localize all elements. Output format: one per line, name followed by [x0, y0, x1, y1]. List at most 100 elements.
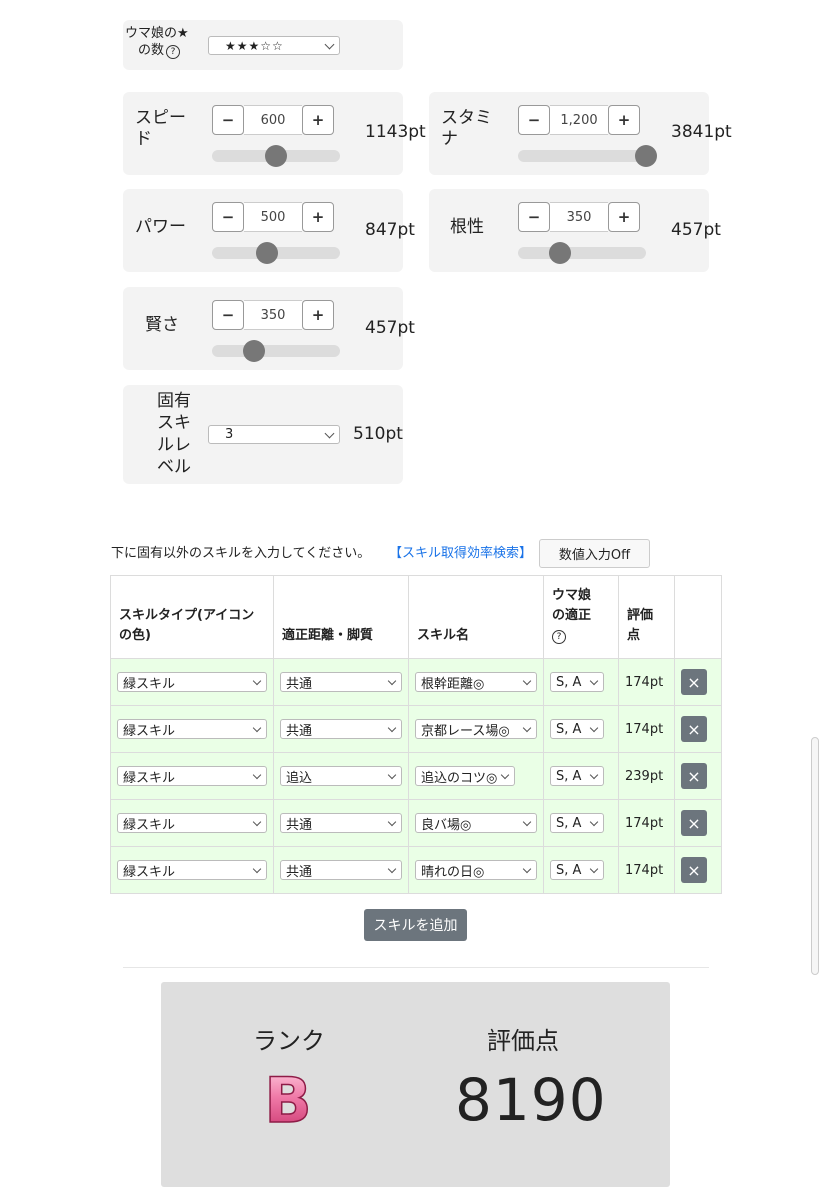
increment-button[interactable]: + — [302, 202, 334, 232]
stat-label: 根性 — [450, 217, 484, 237]
delete-skill-button[interactable]: × — [681, 857, 707, 883]
speed-stepper: − 600 + — [212, 105, 334, 135]
delete-skill-button[interactable]: × — [681, 669, 707, 695]
guts-stepper: − 350 + — [518, 202, 640, 232]
distance-select[interactable]: 共通 — [280, 719, 402, 739]
close-icon: × — [687, 719, 701, 739]
slider-thumb[interactable] — [265, 145, 287, 167]
slider-thumb[interactable] — [635, 145, 657, 167]
speed-points: 1143pt — [365, 122, 426, 142]
divider — [123, 967, 709, 968]
decrement-button[interactable]: − — [212, 300, 244, 330]
wisdom-slider[interactable] — [212, 340, 340, 362]
close-icon: × — [687, 813, 701, 833]
chevron-down-icon — [589, 676, 599, 686]
distance-select[interactable]: 共通 — [280, 813, 402, 833]
rank-b-icon: B — [264, 1063, 313, 1138]
slider-thumb[interactable] — [243, 340, 266, 362]
skill-score: 174pt — [618, 658, 675, 706]
skill-score: 239pt — [618, 752, 675, 800]
decrement-button[interactable]: − — [518, 202, 550, 232]
chevron-down-icon — [387, 723, 397, 733]
slider-thumb[interactable] — [549, 242, 572, 264]
help-icon[interactable]: ? — [552, 630, 566, 644]
stat-card-power: パワー − 500 + — [123, 189, 403, 272]
power-stepper: − 500 + — [212, 202, 334, 232]
distance-select[interactable]: 共通 — [280, 672, 402, 692]
unique-skill-points: 510pt — [353, 424, 403, 444]
stamina-points: 3841pt — [671, 122, 732, 142]
aptitude-select[interactable]: S, A — [550, 860, 604, 880]
chevron-down-icon — [522, 817, 532, 827]
skill-name-select[interactable]: 京都レース場◎ — [415, 719, 537, 739]
chevron-down-icon — [589, 864, 599, 874]
stat-label: パワー — [135, 217, 186, 237]
skill-search-link[interactable]: 【スキル取得効率検索】 — [389, 542, 532, 561]
increment-button[interactable]: + — [608, 105, 640, 135]
stamina-stepper: − 1,200 + — [518, 105, 640, 135]
chevron-down-icon — [387, 817, 397, 827]
chevron-down-icon — [589, 817, 599, 827]
unique-skill-select[interactable]: 3 — [208, 425, 340, 444]
chevron-down-icon — [522, 676, 532, 686]
stat-label: 賢さ — [145, 315, 179, 335]
chevron-down-icon — [252, 864, 262, 874]
wisdom-value[interactable]: 350 — [244, 300, 302, 330]
total-score: 8190 — [455, 1066, 607, 1134]
delete-skill-button[interactable]: × — [681, 763, 707, 789]
stat-label: スピー ド — [135, 108, 186, 149]
chevron-down-icon — [324, 428, 335, 438]
stamina-slider[interactable] — [518, 145, 657, 167]
skill-name-select[interactable]: 根幹距離◎ — [415, 672, 537, 692]
stat-card-guts: 根性 − 350 + — [429, 189, 709, 272]
guts-points: 457pt — [671, 220, 721, 240]
skill-score: 174pt — [618, 799, 675, 847]
close-icon: × — [687, 860, 701, 880]
chevron-down-icon — [589, 723, 599, 733]
skill-type-select[interactable]: 緑スキル — [117, 860, 267, 880]
slider-thumb[interactable] — [256, 242, 279, 264]
close-icon: × — [687, 672, 701, 692]
skill-type-select[interactable]: 緑スキル — [117, 672, 267, 692]
delete-skill-button[interactable]: × — [681, 716, 707, 742]
decrement-button[interactable]: − — [518, 105, 550, 135]
rank-label: ランク — [253, 1027, 325, 1055]
decrement-button[interactable]: − — [212, 202, 244, 232]
svg-text:B: B — [264, 1066, 311, 1132]
skill-name-select[interactable]: 良バ場◎ — [415, 813, 537, 833]
speed-value[interactable]: 600 — [244, 105, 302, 135]
aptitude-select[interactable]: S, A — [550, 672, 604, 692]
stat-card-stamina: スタミ ナ − 1,200 + — [429, 92, 709, 175]
stars-select[interactable]: ★★★☆☆ — [208, 36, 340, 55]
aptitude-select[interactable]: S, A — [550, 719, 604, 739]
increment-button[interactable]: + — [302, 300, 334, 330]
power-slider[interactable] — [212, 242, 340, 264]
skill-type-select[interactable]: 緑スキル — [117, 813, 267, 833]
power-value[interactable]: 500 — [244, 202, 302, 232]
table-row: 緑スキル 共通 晴れの日◎ S, A 174pt × — [110, 846, 722, 894]
wisdom-stepper: − 350 + — [212, 300, 334, 330]
add-skill-button[interactable]: スキルを追加 — [364, 909, 467, 941]
stamina-value[interactable]: 1,200 — [550, 105, 608, 135]
aptitude-select[interactable]: S, A — [550, 813, 604, 833]
skill-name-select[interactable]: 晴れの日◎ — [415, 860, 537, 880]
increment-button[interactable]: + — [608, 202, 640, 232]
skill-type-select[interactable]: 緑スキル — [117, 766, 267, 786]
distance-select[interactable]: 共通 — [280, 860, 402, 880]
skill-type-select[interactable]: 緑スキル — [117, 719, 267, 739]
help-icon[interactable]: ? — [166, 45, 181, 59]
column-header-actions — [674, 575, 722, 659]
speed-slider[interactable] — [212, 145, 340, 167]
result-panel: ランク B 評価点 8190 — [161, 982, 670, 1187]
decrement-button[interactable]: − — [212, 105, 244, 135]
distance-select[interactable]: 追込 — [280, 766, 402, 786]
table-row: 緑スキル 共通 京都レース場◎ S, A 174pt × — [110, 705, 722, 753]
guts-value[interactable]: 350 — [550, 202, 608, 232]
skill-name-select[interactable]: 追込のコツ◎ — [415, 766, 515, 786]
aptitude-select[interactable]: S, A — [550, 766, 604, 786]
increment-button[interactable]: + — [302, 105, 334, 135]
guts-slider[interactable] — [518, 242, 646, 264]
scrollbar[interactable] — [811, 737, 819, 975]
numeric-input-toggle[interactable]: 数値入力Off — [539, 539, 650, 568]
delete-skill-button[interactable]: × — [681, 810, 707, 836]
